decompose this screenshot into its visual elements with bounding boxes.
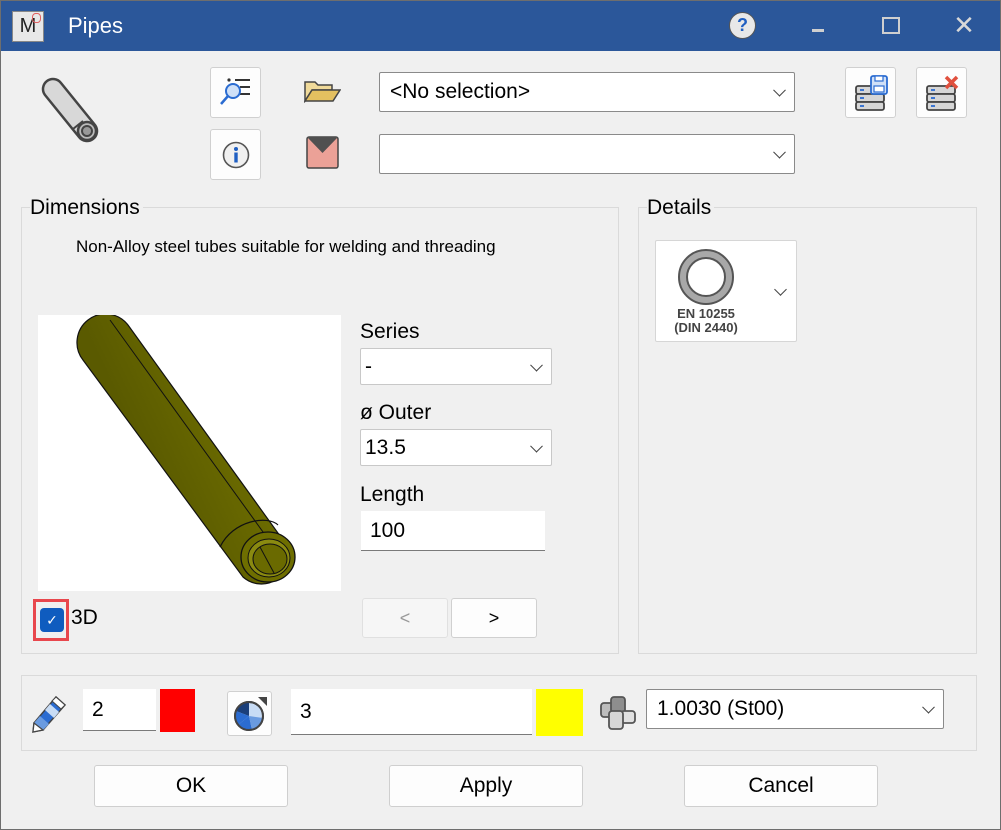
fill-color-swatch[interactable] bbox=[536, 689, 583, 736]
outer-diameter-label: ø Outer bbox=[360, 401, 432, 424]
check-icon: ✓ bbox=[46, 611, 58, 628]
close-button[interactable]: ✕ bbox=[952, 12, 976, 38]
chevron-down-icon bbox=[773, 83, 786, 97]
minimize-button[interactable] bbox=[812, 29, 824, 32]
library-combo[interactable]: <No selection> bbox=[379, 72, 795, 112]
app-icon-badge bbox=[32, 13, 41, 23]
length-label: Length bbox=[360, 483, 425, 506]
pen-width-value: 2 bbox=[92, 697, 104, 721]
pipe-icon bbox=[41, 77, 99, 143]
standard-name: EN 10255 (DIN 2440) bbox=[666, 307, 746, 335]
maximize-button[interactable] bbox=[882, 17, 900, 34]
material-value: 1.0030 (St00) bbox=[657, 697, 785, 720]
info-button[interactable] bbox=[210, 129, 261, 180]
pen-width-input[interactable]: 2 bbox=[83, 689, 156, 731]
outer-diameter-value: 13.5 bbox=[365, 435, 406, 459]
standard-description: Non-Alloy steel tubes suitable for weldi… bbox=[76, 237, 496, 256]
standard-line-1: EN 10255 bbox=[677, 306, 735, 321]
chevron-down-icon bbox=[530, 358, 543, 372]
window-title: Pipes bbox=[68, 13, 124, 38]
help-button[interactable]: ? bbox=[729, 12, 756, 39]
series-combo[interactable]: - bbox=[360, 348, 552, 385]
search-list-button[interactable] bbox=[210, 67, 261, 118]
material-icon bbox=[600, 696, 636, 730]
fill-pattern-button[interactable] bbox=[227, 691, 272, 736]
pipe-3d-image bbox=[76, 313, 296, 585]
pen-icon bbox=[32, 695, 67, 733]
ok-button[interactable]: OK bbox=[94, 765, 288, 807]
series-label: Series bbox=[360, 320, 420, 343]
chevron-down-icon bbox=[774, 283, 787, 296]
next-button[interactable]: > bbox=[451, 598, 537, 638]
chevron-down-icon bbox=[773, 145, 786, 159]
series-value: - bbox=[365, 354, 372, 378]
cancel-button[interactable]: Cancel bbox=[684, 765, 878, 807]
pipes-dialog: M Pipes ? ✕ <No selection> Dimensions No… bbox=[0, 0, 1001, 830]
checkbox-highlight: ✓ bbox=[33, 599, 69, 641]
database-save-button[interactable] bbox=[845, 67, 896, 118]
layer-color-icon[interactable] bbox=[306, 136, 339, 169]
length-input[interactable]: 100 bbox=[361, 511, 545, 551]
chevron-down-icon bbox=[922, 700, 935, 714]
length-value: 100 bbox=[370, 518, 406, 542]
folder-open-icon[interactable] bbox=[304, 79, 341, 103]
chevron-down-icon bbox=[530, 439, 543, 453]
fill-value-input[interactable]: 3 bbox=[291, 689, 532, 735]
material-combo[interactable]: 1.0030 (St00) bbox=[646, 689, 944, 729]
pipe-3d-preview bbox=[38, 313, 341, 591]
3d-checkbox[interactable]: ✓ bbox=[40, 608, 64, 632]
database-save-icon bbox=[854, 74, 888, 111]
search-list-icon bbox=[219, 77, 250, 105]
database-delete-button[interactable] bbox=[916, 67, 967, 118]
title-bar: M Pipes ? ✕ bbox=[1, 1, 1000, 51]
apply-button[interactable]: Apply bbox=[389, 765, 583, 807]
fill-value: 3 bbox=[300, 699, 312, 723]
database-delete-icon bbox=[925, 75, 958, 111]
previous-button[interactable]: < bbox=[362, 598, 448, 638]
fill-pattern-icon bbox=[233, 696, 267, 731]
pipe-section-icon bbox=[678, 249, 734, 305]
details-label: Details bbox=[647, 196, 715, 220]
layer-combo[interactable] bbox=[379, 134, 795, 174]
standard-selector[interactable]: EN 10255 (DIN 2440) bbox=[655, 240, 797, 342]
pen-color-swatch[interactable] bbox=[160, 689, 195, 732]
outer-diameter-combo[interactable]: 13.5 bbox=[360, 429, 552, 466]
app-icon: M bbox=[12, 11, 44, 42]
3d-checkbox-label[interactable]: 3D bbox=[71, 606, 98, 630]
info-icon bbox=[222, 141, 249, 168]
dimensions-label: Dimensions bbox=[30, 196, 143, 220]
library-combo-value: <No selection> bbox=[390, 80, 531, 103]
standard-line-2: (DIN 2440) bbox=[674, 320, 738, 335]
